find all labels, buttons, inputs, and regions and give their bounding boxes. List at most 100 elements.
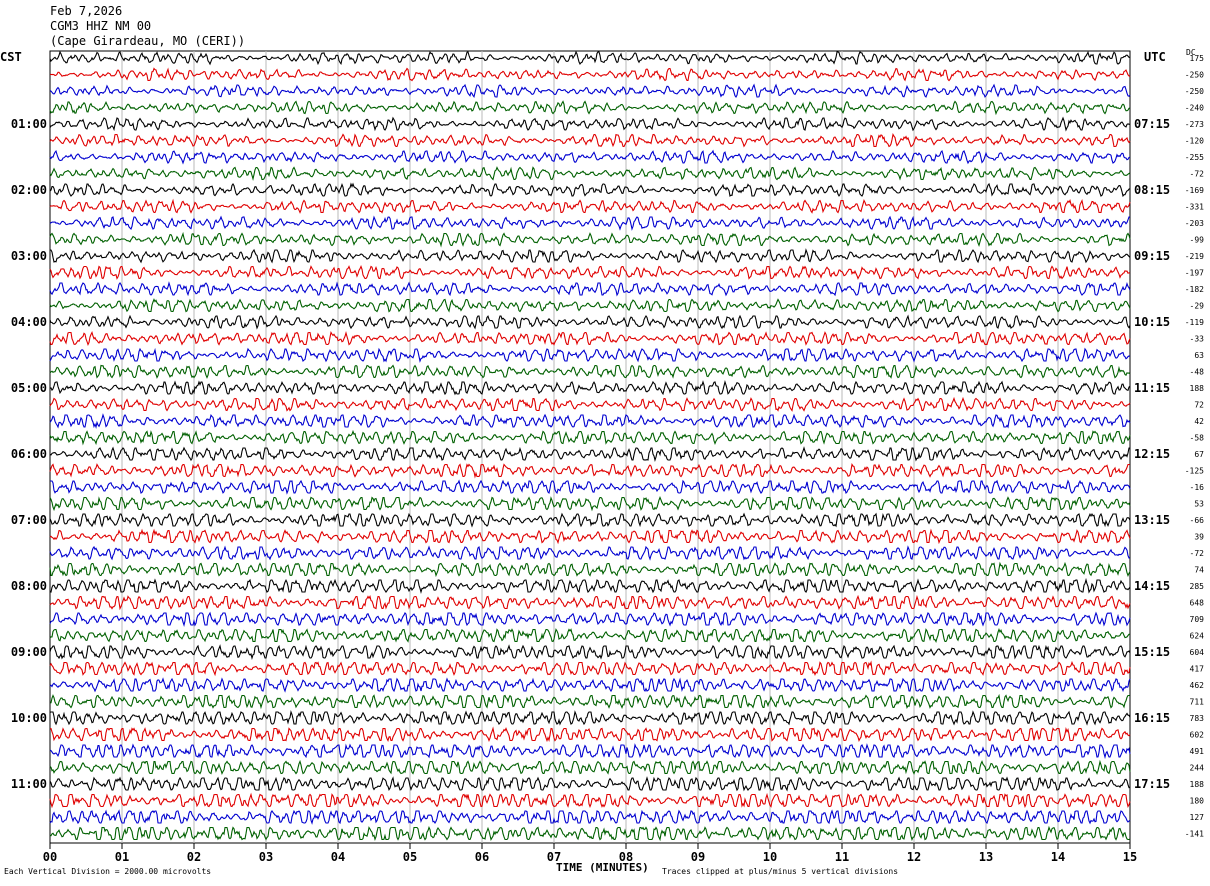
seismic-trace [49,281,1131,297]
x-tick-label: 04 [331,850,345,864]
x-tick-label: 11 [835,850,849,864]
seismic-trace [49,166,1131,181]
seismic-trace [49,132,1131,148]
seismic-trace [49,198,1131,214]
dc-offset-label: 188 [1190,780,1205,789]
utc-hour-label: 13:15 [1134,513,1170,527]
seismic-trace [49,380,1131,396]
dc-offset-label: -125 [1185,467,1204,476]
seismic-trace [49,182,1131,198]
cst-hour-label: 03:00 [11,249,47,263]
dc-offset-label: -197 [1185,269,1204,278]
cst-hour-label: 06:00 [11,447,47,461]
dc-offset-label: 602 [1190,731,1205,740]
cst-hour-label: 10:00 [11,711,47,725]
dc-offset-label: 711 [1190,698,1205,707]
seismic-trace [49,298,1131,313]
utc-hour-label: 11:15 [1134,381,1170,395]
x-axis-title: TIME (MINUTES) [556,861,649,874]
dc-offset-label: -273 [1185,120,1204,129]
seismic-trace [49,577,1131,595]
dc-offset-label: 74 [1194,566,1204,575]
helicorder-plot: 00 01 02 03 04 05 06 07 08 09 10 11 12 13 14 15175-250-… [11,50,1205,864]
seismic-trace [49,429,1131,446]
dc-offset-label: 53 [1194,500,1204,509]
dc-offset-label: -182 [1185,285,1204,294]
dc-offset-label: 63 [1194,351,1204,360]
x-tick-label: 06 [475,850,489,864]
seismic-trace [49,561,1131,578]
dc-offset-label: 42 [1194,417,1204,426]
seismic-trace [49,759,1131,776]
seismic-trace [49,545,1131,561]
cst-hour-label: 01:00 [11,117,47,131]
utc-hour-label: 14:15 [1134,579,1170,593]
seismic-trace [49,809,1131,825]
seismic-trace [49,116,1131,132]
dc-offset-label: 127 [1190,813,1205,822]
utc-hour-label: 07:15 [1134,117,1170,131]
seismic-trace [49,396,1131,412]
seismic-trace [49,67,1131,82]
utc-hour-label: 16:15 [1134,711,1170,725]
dc-offset-label: -29 [1190,302,1205,311]
seismic-trace [49,330,1131,346]
dc-offset-label: -66 [1190,516,1205,525]
seismic-trace [49,231,1131,248]
x-tick-label: 05 [403,850,417,864]
dc-offset-label: 175 [1190,54,1205,63]
dc-offset-label: 180 [1190,797,1205,806]
seismic-trace [50,479,1131,495]
seismic-trace [50,248,1131,264]
dc-offset-label: 67 [1194,450,1204,459]
seismic-trace [49,693,1130,710]
seismic-trace [49,215,1131,231]
cst-hour-label: 07:00 [11,513,47,527]
dc-offset-label: -99 [1190,236,1205,245]
dc-offset-label: -203 [1185,219,1204,228]
dc-offset-label: 188 [1190,384,1205,393]
x-tick-label: 03 [259,850,273,864]
dc-offset-label: -255 [1185,153,1204,162]
dc-offset-label: 783 [1190,714,1205,723]
dc-offset-label: -250 [1185,87,1204,96]
seismic-trace [49,347,1131,363]
utc-hour-label: 08:15 [1134,183,1170,197]
x-tick-label: 12 [907,850,921,864]
x-tick-label: 02 [187,850,201,864]
seismic-trace [49,660,1131,677]
seismic-trace [49,496,1131,512]
dc-offset-label: 709 [1190,615,1205,624]
cst-hour-label: 04:00 [11,315,47,329]
utc-hour-label: 09:15 [1134,249,1170,263]
dc-offset-label: 491 [1190,747,1205,756]
seismic-trace [49,314,1131,330]
seismic-trace [49,512,1131,528]
dc-offset-label: -48 [1190,368,1205,377]
dc-offset-label: -169 [1185,186,1204,195]
x-tick-label: 00 [43,850,57,864]
dc-offset-label: -119 [1185,318,1204,327]
x-tick-label: 15 [1123,850,1137,864]
cst-hour-label: 02:00 [11,183,47,197]
seismic-trace [49,611,1131,627]
dc-offset-label: 624 [1190,632,1205,641]
x-tick-label: 09 [691,850,705,864]
seismic-trace [49,446,1130,462]
seismic-trace [49,776,1131,792]
utc-hour-label: 17:15 [1134,777,1170,791]
scale-note: Each Vertical Division = 2000.00 microvo… [4,867,212,876]
dc-offset-label: -120 [1185,137,1204,146]
seismic-trace [49,677,1131,693]
seismic-trace [49,413,1131,429]
x-tick-label: 10 [763,850,777,864]
seismic-trace [49,462,1130,479]
seismic-trace [49,594,1131,611]
seismic-trace [49,792,1131,809]
dc-offset-label: -250 [1185,71,1204,80]
x-tick-label: 14 [1051,850,1065,864]
x-tick-label: 01 [115,850,129,864]
utc-hour-label: 15:15 [1134,645,1170,659]
dc-offset-label: -240 [1185,104,1204,113]
traces [49,50,1131,842]
